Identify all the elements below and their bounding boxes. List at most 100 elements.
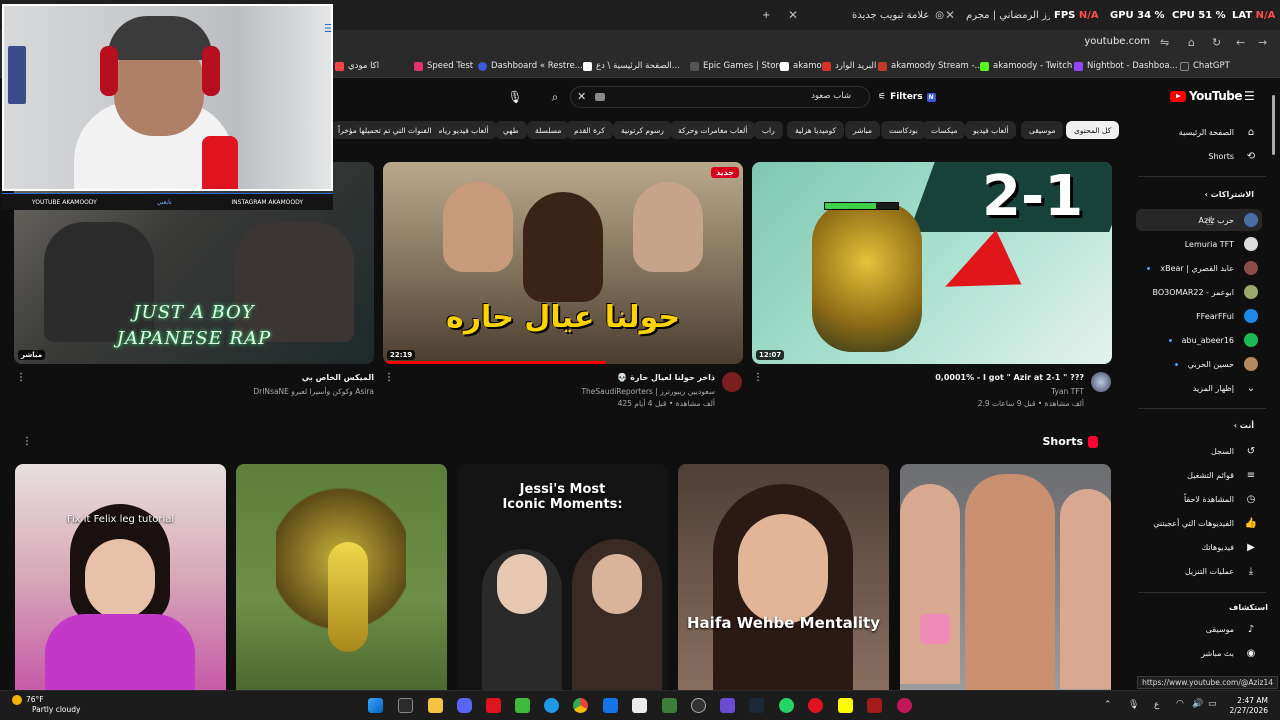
app-icon[interactable] (486, 698, 501, 713)
clock[interactable]: 2:47 AM 2/27/2026 (1230, 696, 1268, 716)
chip[interactable]: مباشر (845, 121, 880, 139)
app-icon-3[interactable] (720, 698, 735, 713)
bookmark-item[interactable]: ChatGPT (1180, 61, 1230, 71)
sidebar-item-subscription[interactable]: abu_abeer16 (1168, 329, 1258, 351)
windows-start-icon[interactable] (368, 698, 383, 713)
bookmark-item[interactable]: Epic Games | Store (690, 61, 784, 71)
close-tab-icon-2[interactable]: ✕ (945, 4, 955, 26)
video-title[interactable]: الميكس الخاص بي (302, 373, 374, 382)
menu-icon[interactable]: ☰ (1244, 89, 1255, 103)
video-thumbnail[interactable]: حولنا عيال حاره جديد 22:19 (383, 162, 743, 364)
sidebar-show-more[interactable]: إظهار المزيد ⌄ (1193, 377, 1258, 399)
chip-all[interactable]: كل المحتوى (1066, 121, 1120, 139)
youtube-logo[interactable]: YouTube (1170, 89, 1243, 103)
sidebar-item-live[interactable]: بث مباشر ◉ (1201, 642, 1258, 664)
video-channel[interactable]: DrINsaNE وكوكن وأسيرا لعبرو Asira (253, 387, 374, 396)
chrome-icon[interactable] (573, 698, 588, 713)
sidebar-item-downloads[interactable]: عمليات التنزيل ⤓ (1185, 560, 1258, 582)
edge-icon[interactable] (544, 698, 559, 713)
sidebar-item-subscription[interactable]: Lemuria TFT (1185, 233, 1258, 255)
video-channel[interactable]: TheSaudiReporters | سعوديين ريبورترز (581, 387, 715, 396)
channel-avatar[interactable] (722, 372, 742, 392)
snapchat-icon[interactable] (838, 698, 853, 713)
app-icon-4[interactable] (808, 698, 823, 713)
whatsapp-icon[interactable] (779, 698, 794, 713)
short-thumbnail[interactable] (900, 464, 1111, 690)
sidebar-item-history[interactable]: السجل ↺ (1211, 440, 1258, 462)
bookmark-item[interactable]: اكا مودي (335, 61, 379, 71)
sidebar-item-your-videos[interactable]: فيديوهاتك ▶ (1202, 536, 1258, 558)
obs-icon[interactable] (691, 698, 706, 713)
wifi-icon[interactable]: ◠ (1176, 699, 1184, 709)
app-icon-6[interactable] (897, 698, 912, 713)
sidebar-item-subscription[interactable]: FFearFFul (1196, 305, 1258, 327)
sidebar-item-shorts[interactable]: Shorts ⟲ (1208, 145, 1258, 167)
subscriptions-heading[interactable]: ‹ الاشتراكات (1205, 190, 1254, 199)
chip[interactable]: ألعاب مغامرات وحركة (670, 121, 756, 139)
discord-icon[interactable] (457, 698, 472, 713)
short-thumbnail[interactable]: Haifa Wehbe Mentality (678, 464, 889, 690)
you-heading[interactable]: ‹ أنت (1234, 421, 1254, 430)
bookmark-item[interactable]: Speed Test (414, 61, 473, 71)
forward-icon[interactable]: ← (1236, 36, 1245, 49)
search-input[interactable]: ✕ شاب صعود (570, 86, 870, 108)
chip[interactable]: مسلسلة (527, 121, 570, 139)
sidebar-item-subscription[interactable]: xBear | عابد القصري (1147, 257, 1258, 279)
more-options-icon[interactable]: ⋮ (753, 372, 763, 383)
app-icon-5[interactable] (867, 698, 882, 713)
video-title[interactable]: 0,0001% - I got " Azir at 2-1 " ??? (935, 373, 1084, 382)
filters-button[interactable]: ⚟ Filters N (878, 86, 936, 108)
search-icon[interactable]: ⌕ (542, 84, 568, 110)
scrollbar-thumb[interactable] (1272, 95, 1275, 155)
video-channel[interactable]: Tyan TFT (1051, 387, 1084, 396)
outlook-icon[interactable] (603, 698, 618, 713)
channel-avatar[interactable] (1091, 372, 1111, 392)
site-settings-icon[interactable]: ⇋ (1160, 36, 1169, 49)
microphone-icon[interactable]: 🎙 (502, 84, 528, 110)
clear-search-icon[interactable]: ✕ (577, 90, 586, 103)
app-icon-2[interactable] (662, 698, 677, 713)
video-title[interactable]: 💀 ذاخر حولنا لعيال حارة (617, 373, 715, 382)
task-view-icon[interactable] (398, 698, 413, 713)
short-thumbnail[interactable]: Jessi's Most Iconic Moments: (457, 464, 668, 690)
reload-icon[interactable]: ↻ (1212, 36, 1221, 49)
tab-new-tab[interactable]: علامة تبويب جديدة ◎ (852, 4, 944, 26)
sidebar-item-subscription[interactable]: BO3OMAR22 - ابوعمر (1152, 281, 1258, 303)
language-indicator[interactable]: ع (1154, 700, 1159, 710)
steam-icon[interactable] (749, 698, 764, 713)
bookmark-item[interactable]: الصفحة الرئيسية \ دع... (583, 61, 680, 71)
bookmark-item[interactable]: البريد الوارد (822, 61, 876, 71)
minecraft-icon[interactable] (515, 698, 530, 713)
bookmark-item[interactable]: akamoody - Twitch (980, 61, 1072, 71)
sidebar-item-playlists[interactable]: قوائم التشغيل ≡ (1187, 464, 1258, 486)
bookmark-item[interactable]: akamoody Stream -... (878, 61, 983, 71)
chip[interactable]: طهي (495, 121, 527, 139)
short-thumbnail[interactable] (236, 464, 447, 690)
sidebar-item-liked[interactable]: الفيديوهات التي أعجبتني 👍 (1153, 512, 1258, 534)
sidebar-item-home[interactable]: الصفحة الرئيسية ⌂ (1179, 121, 1258, 143)
chip[interactable]: ألعاب فيديو (965, 121, 1017, 139)
shorts-more-icon[interactable]: ⋮ (22, 436, 32, 447)
sidebar-item-music[interactable]: موسيقى ♪ (1206, 618, 1258, 640)
new-tab-button[interactable]: + (762, 4, 770, 26)
weather-widget[interactable]: 76°F Partly cloudy (12, 695, 80, 715)
chip[interactable]: ميكسات (923, 121, 966, 139)
chip[interactable]: موسيقى (1021, 121, 1064, 139)
bookmark-item[interactable]: Dashboard « Restre... (478, 61, 583, 71)
chip[interactable]: راب (754, 121, 783, 139)
chip[interactable]: رسوم كرتونية (613, 121, 672, 139)
chip[interactable]: كوميديا هزلية (787, 121, 845, 139)
more-options-icon[interactable]: ⋮ (384, 372, 394, 383)
url-field[interactable]: youtube.com (1084, 36, 1150, 47)
chip[interactable]: الفنوات التي تم تحميلها مؤخراً (330, 121, 440, 139)
tab-youtubers[interactable]: نجوم اليوتيوبرز الرمضاني | مجرم (966, 4, 1050, 26)
chip[interactable]: كرة القدم (566, 121, 613, 139)
sidebar-item-subscription[interactable]: حسين الحربي (1174, 353, 1258, 375)
back-icon[interactable]: → (1258, 36, 1267, 49)
bookmark-item[interactable]: Nightbot - Dashboa... (1074, 61, 1178, 71)
home-icon[interactable]: ⌂ (1188, 36, 1195, 49)
close-tab-icon[interactable]: ✕ (788, 4, 798, 26)
store-icon[interactable] (632, 698, 647, 713)
sidebar-item-watch-later[interactable]: المشاهدة لاحقاً ◷ (1184, 488, 1258, 510)
more-options-icon[interactable]: ⋮ (16, 372, 26, 383)
